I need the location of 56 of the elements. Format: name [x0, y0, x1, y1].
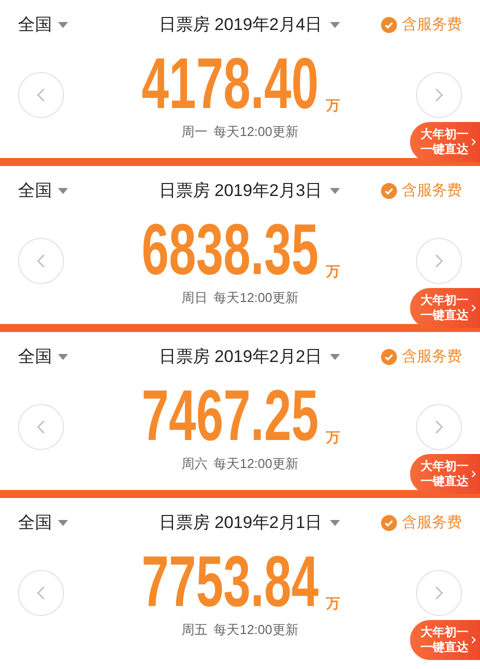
- region-dropdown[interactable]: 全国: [18, 178, 68, 204]
- date-dropdown[interactable]: 日票房 2019年2月3日: [158, 178, 340, 204]
- chevron-right-icon: [470, 304, 476, 312]
- chevron-right-icon: [470, 470, 476, 478]
- region-dropdown[interactable]: 全国: [18, 12, 68, 38]
- unit-label: 万: [326, 262, 340, 281]
- chevron-right-icon: [470, 636, 476, 644]
- chevron-left-icon: [37, 586, 45, 600]
- promo-text: 大年初一 一键直达: [420, 459, 468, 489]
- promo-text: 大年初一 一键直达: [420, 293, 468, 323]
- dropdown-caret-icon: [58, 520, 68, 526]
- previous-button[interactable]: [18, 404, 64, 450]
- dropdown-caret-icon: [330, 354, 340, 360]
- next-button[interactable]: [416, 72, 462, 118]
- weekday-label: 周五: [182, 621, 208, 639]
- previous-button[interactable]: [18, 238, 64, 284]
- dropdown-caret-icon: [330, 520, 340, 526]
- chevron-left-icon: [37, 420, 45, 434]
- promo-text: 大年初一 一键直达: [420, 127, 468, 157]
- box-office-amount: 7467.25: [142, 380, 318, 452]
- promo-text: 大年初一 一键直达: [420, 625, 468, 655]
- update-note: 每天12:00更新: [214, 455, 298, 473]
- date-dropdown[interactable]: 日票房 2019年2月1日: [158, 510, 340, 536]
- dropdown-caret-icon: [58, 188, 68, 194]
- next-button[interactable]: [416, 570, 462, 616]
- box-office-amount: 4178.40: [142, 48, 318, 120]
- weekday-label: 周日: [182, 289, 208, 307]
- chevron-right-icon: [434, 586, 443, 600]
- previous-button[interactable]: [18, 570, 64, 616]
- dropdown-caret-icon: [58, 354, 68, 360]
- chevron-right-icon: [434, 88, 443, 102]
- box-office-amount: 6838.35: [142, 214, 318, 286]
- dropdown-caret-icon: [58, 22, 68, 28]
- chevron-right-icon: [470, 138, 476, 146]
- next-button[interactable]: [416, 404, 462, 450]
- dropdown-caret-icon: [330, 188, 340, 194]
- update-note: 每天12:00更新: [214, 621, 298, 639]
- weekday-label: 周一: [182, 123, 208, 141]
- region-dropdown[interactable]: 全国: [18, 510, 68, 536]
- dropdown-caret-icon: [330, 22, 340, 28]
- previous-button[interactable]: [18, 72, 64, 118]
- update-note: 每天12:00更新: [214, 123, 298, 141]
- unit-label: 万: [326, 594, 340, 613]
- date-dropdown[interactable]: 日票房 2019年2月4日: [158, 12, 340, 38]
- region-dropdown[interactable]: 全国: [18, 344, 68, 370]
- next-button[interactable]: [416, 238, 462, 284]
- chevron-left-icon: [37, 254, 45, 268]
- box-office-amount: 7753.84: [142, 546, 318, 618]
- date-dropdown[interactable]: 日票房 2019年2月2日: [158, 344, 340, 370]
- weekday-label: 周六: [182, 455, 208, 473]
- unit-label: 万: [326, 428, 340, 447]
- unit-label: 万: [326, 96, 340, 115]
- chevron-left-icon: [37, 88, 45, 102]
- chevron-right-icon: [434, 254, 443, 268]
- update-note: 每天12:00更新: [214, 289, 298, 307]
- chevron-right-icon: [434, 420, 443, 434]
